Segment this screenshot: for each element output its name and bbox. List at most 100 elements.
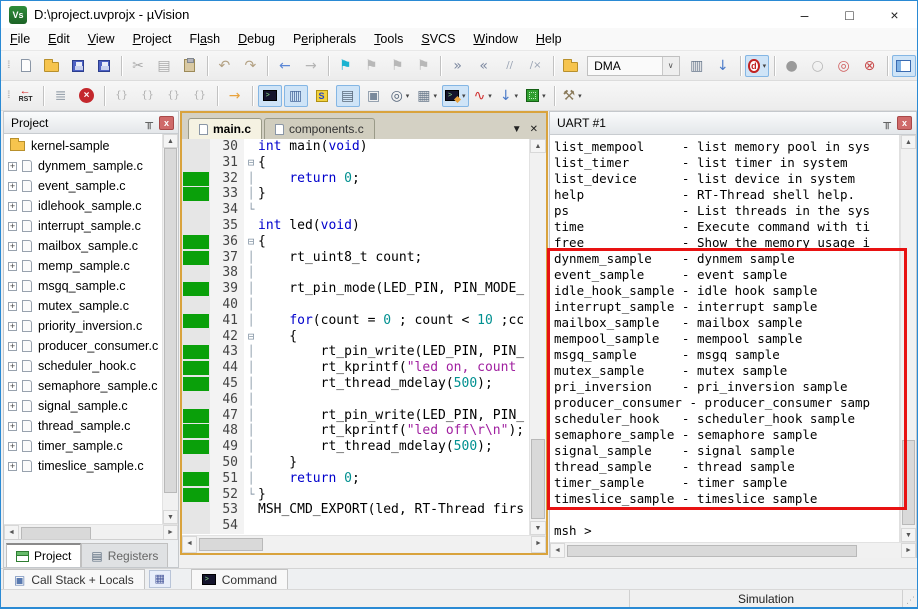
pin-icon[interactable]: ╥ (883, 117, 891, 129)
tree-item[interactable]: + producer_consumer.c (4, 336, 162, 356)
insert-breakpoint-button[interactable]: ● (780, 55, 804, 77)
undo-button[interactable]: ↶ (212, 55, 236, 77)
tree-item[interactable]: + signal_sample.c (4, 396, 162, 416)
tree-item[interactable]: + mutex_sample.c (4, 296, 162, 316)
open-file-button[interactable] (40, 55, 64, 77)
toolbox-button[interactable]: ⚒ ▾ (560, 85, 585, 107)
disable-all-breakpoints-button[interactable]: ◎ (832, 55, 856, 77)
menu-item-flash[interactable]: Flash (181, 29, 230, 49)
close-document-icon[interactable]: ✕ (530, 124, 538, 135)
call-stack-window-button[interactable]: ▣ (362, 85, 386, 107)
scroll-right-icon[interactable]: ► (901, 543, 916, 558)
code-editor[interactable]: 30 int main(void) 31 ⊟{32 │ return 0; 33 │} 34 └… (182, 139, 546, 535)
start-stop-debug-button[interactable]: d ▾ (745, 54, 770, 77)
step-into-button[interactable]: {} (110, 85, 134, 107)
scroll-up-icon[interactable]: ▲ (530, 139, 546, 153)
scrollbar-thumb[interactable] (531, 439, 545, 519)
kill-all-breakpoints-button[interactable]: ⊗ (858, 55, 882, 77)
new-file-button[interactable] (14, 55, 38, 77)
call-stack-locals-tab[interactable]: ▣ Call Stack + Locals (3, 569, 145, 589)
enable-breakpoint-button[interactable]: ○ (806, 55, 830, 77)
tree-item[interactable]: + mailbox_sample.c (4, 236, 162, 256)
scroll-left-icon[interactable]: ◄ (550, 543, 565, 558)
tab-registers[interactable]: ▤ Registers (81, 543, 169, 567)
minimize-button[interactable]: – (782, 2, 827, 28)
tree-item[interactable]: + interrupt_sample.c (4, 216, 162, 236)
disassembly-window-button[interactable]: ▥ (283, 84, 308, 107)
cut-button[interactable]: ✂ (126, 55, 150, 77)
project-tree-vscrollbar[interactable]: ▲ ▼ (162, 134, 178, 524)
tree-item[interactable]: + thread_sample.c (4, 416, 162, 436)
tree-root[interactable]: kernel-sample (4, 136, 162, 156)
expand-icon[interactable]: + (8, 301, 17, 311)
save-all-button[interactable] (92, 55, 116, 77)
cpu-reset-button[interactable]: RST (14, 85, 38, 107)
menu-item-debug[interactable]: Debug (229, 29, 284, 49)
navigate-forward-button[interactable]: → (299, 55, 323, 77)
pin-icon[interactable]: ╥ (145, 117, 153, 129)
uncomment-button[interactable]: /× (524, 55, 548, 77)
expand-icon[interactable]: + (8, 241, 17, 251)
watch-window-button[interactable]: ◎ ▾ (388, 85, 413, 107)
expand-icon[interactable]: + (8, 361, 17, 371)
symbol-window-button[interactable]: S (310, 85, 334, 107)
run-to-cursor-button[interactable]: {} (188, 85, 212, 107)
scroll-left-icon[interactable]: ◄ (182, 536, 197, 553)
step-over-button[interactable]: {} (136, 85, 160, 107)
memory-window-button[interactable]: ▦ ▾ (414, 85, 440, 107)
uart-hscrollbar[interactable]: ◄ ► (550, 542, 916, 558)
expand-icon[interactable]: + (8, 261, 17, 271)
close-panel-icon[interactable]: x (159, 115, 174, 130)
run-button[interactable]: ≣ (49, 85, 73, 107)
menu-item-peripherals[interactable]: Peripherals (284, 29, 365, 49)
show-next-statement-button[interactable]: → (223, 85, 247, 107)
tab-list-icon[interactable]: ▼ (512, 124, 522, 135)
outdent-button[interactable]: « (472, 55, 496, 77)
expand-icon[interactable]: + (8, 341, 17, 351)
bookmark-previous-button[interactable]: ⚑ (385, 55, 409, 77)
dropdown-arrow-icon[interactable]: ∨ (661, 56, 679, 75)
command-window-button[interactable]: > (257, 84, 282, 107)
bookmark-clear-all-button[interactable]: ⚑ (411, 55, 435, 77)
scroll-up-icon[interactable]: ▲ (163, 134, 178, 148)
trace-window-button[interactable]: ↓ ▾ (497, 85, 521, 107)
menu-item-file[interactable]: File (1, 29, 39, 49)
find-in-files-button[interactable]: ▥ (685, 55, 709, 77)
tree-item[interactable]: + timeslice_sample.c (4, 456, 162, 476)
tree-item[interactable]: + dynmem_sample.c (4, 156, 162, 176)
command-tab[interactable]: > Command (190, 569, 289, 589)
toolbar-grip[interactable]: ⁞⁞ (7, 90, 10, 101)
tree-item[interactable]: + timer_sample.c (4, 436, 162, 456)
redo-button[interactable]: ↷ (238, 55, 262, 77)
scrollbar-thumb[interactable] (21, 526, 91, 540)
indent-button[interactable]: » (446, 55, 470, 77)
scrollbar-thumb[interactable] (199, 538, 263, 551)
project-tree[interactable]: kernel-sample + dynmem_sample.c + event_samp… (4, 134, 162, 524)
menu-item-svcs[interactable]: SVCS (412, 29, 464, 49)
system-viewer-button[interactable]: ▾ (523, 85, 549, 107)
configure-flash-tools-button[interactable] (558, 55, 582, 77)
scroll-up-icon[interactable]: ▲ (901, 135, 916, 149)
paste-button[interactable] (178, 55, 202, 77)
stop-button[interactable]: × (75, 85, 99, 107)
tree-item[interactable]: + priority_inversion.c (4, 316, 162, 336)
tab-components-c[interactable]: components.c (264, 118, 375, 139)
resize-grip[interactable]: ⋰ (903, 590, 917, 607)
logic-analyzer-button[interactable]: ∿ ▾ (471, 85, 495, 107)
menu-item-tools[interactable]: Tools (365, 29, 412, 49)
bookmark-toggle-button[interactable]: ⚑ (333, 55, 357, 77)
project-window-button[interactable] (891, 54, 916, 77)
maximize-button[interactable]: □ (827, 2, 872, 28)
expand-icon[interactable]: + (8, 221, 17, 231)
memory-window-shortcut-button[interactable]: ▦ (148, 570, 171, 588)
close-button[interactable]: × (872, 2, 917, 28)
tree-item[interactable]: + memp_sample.c (4, 256, 162, 276)
editor-vscrollbar[interactable]: ▲ ▼ (529, 139, 546, 535)
expand-icon[interactable]: + (8, 381, 17, 391)
scroll-down-icon[interactable]: ▼ (163, 510, 178, 524)
expand-icon[interactable]: + (8, 441, 17, 451)
expand-icon[interactable]: + (8, 421, 17, 431)
expand-icon[interactable]: + (8, 461, 17, 471)
serial-window-button[interactable]: > ▾ (442, 84, 469, 107)
tree-item[interactable]: + scheduler_hook.c (4, 356, 162, 376)
